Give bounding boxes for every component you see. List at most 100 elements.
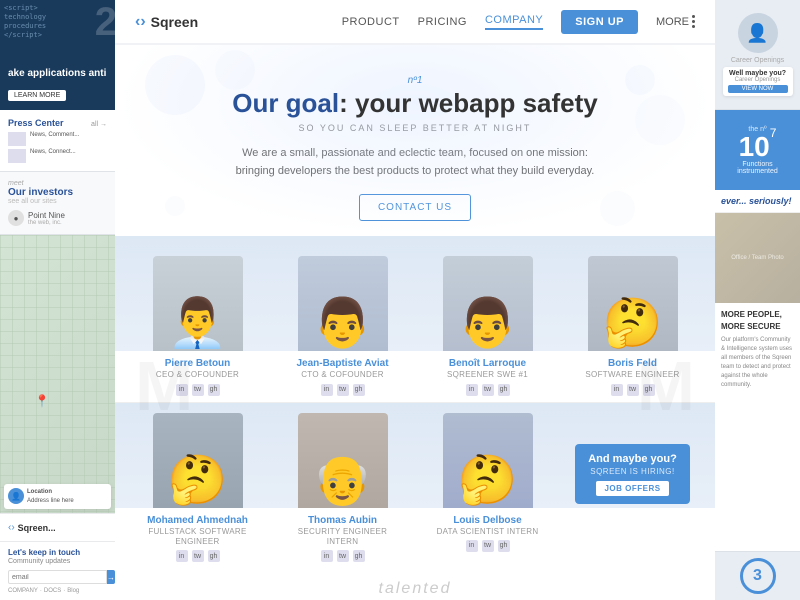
maybe-card-title: And maybe you? xyxy=(583,452,682,466)
hero-title-rest: your webapp safety xyxy=(348,88,598,118)
right-image-placeholder: Office / Team Photo xyxy=(715,213,800,303)
linkedin-icon[interactable]: in xyxy=(176,550,188,562)
talented-footer: talented xyxy=(115,568,715,600)
member-name-mohamed: Mohamed Ahmednah xyxy=(140,514,255,527)
press-item-image xyxy=(8,132,26,146)
banner-headline: ake applications anti xyxy=(8,67,106,80)
investor-logo-item: ● Point Nine the web, inc. xyxy=(8,210,107,226)
team-name-card-thomas: Thomas Aubin SECURITY ENGINEER INTERN in… xyxy=(285,514,400,563)
right-stat-label: Functions instrumented xyxy=(723,161,792,175)
banner-cta-button[interactable]: LEARN MORE xyxy=(8,90,66,101)
linkedin-icon[interactable]: in xyxy=(466,384,478,396)
footer-nav-sep: · xyxy=(63,588,65,594)
press-item: News, Comment... xyxy=(8,132,107,146)
twitter-icon[interactable]: tw xyxy=(337,384,349,396)
left-footer-email-row[interactable]: → xyxy=(8,570,107,584)
hero-dot xyxy=(215,50,255,90)
nav-link-pricing[interactable]: PRICING xyxy=(418,16,467,28)
team-name-card-jb: Jean-Baptiste Aviat CTO & COFOUNDER in t… xyxy=(285,357,400,395)
nav-signup-button[interactable]: SIGN UP xyxy=(561,10,638,34)
hero-no1-label: nº1 xyxy=(408,75,423,86)
nav-link-product[interactable]: PRODUCT xyxy=(342,16,400,28)
map-card: 👤 Location Address line here xyxy=(4,484,111,509)
sqreen-name-small: Sqreen... xyxy=(18,523,56,533)
twitter-icon[interactable]: tw xyxy=(337,550,349,562)
nav-link-company[interactable]: COMPANY xyxy=(485,14,543,30)
twitter-icon[interactable]: tw xyxy=(627,384,639,396)
navbar: ‹› Sqreen PRODUCT PRICING COMPANY SIGN U… xyxy=(115,0,715,45)
banner-number: 2 xyxy=(95,0,115,45)
member-img-emoji-mohamed: 🤔 xyxy=(153,413,243,508)
linkedin-icon[interactable]: in xyxy=(466,540,478,552)
team-member-photo-pierre: 👨‍💼 xyxy=(140,256,255,351)
left-footer-submit-button[interactable]: → xyxy=(107,570,115,584)
twitter-icon[interactable]: tw xyxy=(482,384,494,396)
left-footer-text: Community updates xyxy=(8,557,107,567)
team-name-card-louis: Louis Delbose DATA SCIENTIST INTERN in t… xyxy=(430,514,545,552)
github-icon[interactable]: gh xyxy=(353,550,365,562)
team-bottom-photos-row: 🤔 👴 🤔 And maybe you? SQREEN IS HIRING! J… xyxy=(115,403,715,508)
left-footer-title: Let's keep in touch xyxy=(8,548,107,557)
hero-dot xyxy=(165,196,185,216)
left-press-section: Press Center all → News, Comment... News… xyxy=(0,110,115,172)
right-seriously-title: ever... seriously! xyxy=(721,196,794,206)
member-socials-thomas: in tw gh xyxy=(285,550,400,562)
team-member-photo-mohamed: 🤔 xyxy=(140,413,255,508)
maybe-you-card: And maybe you? SQREEN IS HIRING! JOB OFF… xyxy=(575,444,690,503)
nav-links: PRODUCT PRICING COMPANY SIGN UP MORE xyxy=(342,10,695,34)
member-name-jb: Jean-Baptiste Aviat xyxy=(285,357,400,370)
member-role-jb: CTO & COFOUNDER xyxy=(285,370,400,380)
nav-more-dot xyxy=(692,15,695,18)
right-image-caption: Office / Team Photo xyxy=(727,251,787,265)
right-stat-section: the nº 10 7 Functions instrumented xyxy=(715,110,800,190)
github-icon[interactable]: gh xyxy=(353,384,365,396)
maybe-card-sub: SQREEN IS HIRING! xyxy=(583,467,682,476)
job-offers-button[interactable]: JOB OFFERS xyxy=(596,481,668,496)
hero-contact-button[interactable]: CONTACT US xyxy=(359,194,471,221)
twitter-icon[interactable]: tw xyxy=(482,540,494,552)
right-card-button[interactable]: VIEW NOW xyxy=(728,85,788,93)
member-socials-mohamed: in tw gh xyxy=(140,550,255,562)
press-item-text: News, Comment... xyxy=(30,132,79,140)
linkedin-icon[interactable]: in xyxy=(611,384,623,396)
footer-nav-blog: Blog xyxy=(67,588,79,594)
team-name-card-mohamed: Mohamed Ahmednah FULLSTACK SOFTWARE ENGI… xyxy=(140,514,255,563)
twitter-icon[interactable]: tw xyxy=(192,384,204,396)
logo-name: Sqreen xyxy=(151,14,198,30)
team-member-photo-thomas: 👴 xyxy=(285,413,400,508)
press-item: News, Connect... xyxy=(8,149,107,163)
member-role-mohamed: FULLSTACK SOFTWARE ENGINEER xyxy=(140,527,255,548)
linkedin-icon[interactable]: in xyxy=(321,384,333,396)
github-icon[interactable]: gh xyxy=(498,540,510,552)
right-card-title: Well maybe you? xyxy=(728,70,788,77)
member-role-pierre: CEO & COFOUNDER xyxy=(140,370,255,380)
left-sidebar: <script>technologyprocedures</script> 2 … xyxy=(0,0,115,600)
team-name-card-boris: Boris Feld SOFTWARE ENGINEER in tw gh xyxy=(575,357,690,395)
nav-more-dropdown[interactable]: MORE xyxy=(656,15,695,28)
footer-nav-sep: · xyxy=(40,588,42,594)
team-member-photo-louis: 🤔 xyxy=(430,413,545,508)
twitter-icon[interactable]: tw xyxy=(192,550,204,562)
nav-logo: ‹› Sqreen xyxy=(135,13,198,31)
right-badge-number: 3 xyxy=(740,558,776,594)
linkedin-icon[interactable]: in xyxy=(176,384,188,396)
right-num-badge: 3 xyxy=(715,551,800,600)
member-photo-boris: 🤔 xyxy=(588,256,678,351)
member-name-louis: Louis Delbose xyxy=(430,514,545,527)
member-photo-louis: 🤔 xyxy=(443,413,533,508)
team-member-photo-boris: 🤔 xyxy=(575,256,690,351)
github-icon[interactable]: gh xyxy=(208,384,220,396)
right-top-text: Career Openings xyxy=(731,57,784,64)
right-text-body: Our platform's Community & Intelligence … xyxy=(721,336,794,390)
left-map-section: 👤 Location Address line here xyxy=(0,235,115,513)
linkedin-icon[interactable]: in xyxy=(321,550,333,562)
github-icon[interactable]: gh xyxy=(498,384,510,396)
right-card: Well maybe you? Career Openings VIEW NOW xyxy=(723,67,793,96)
left-footer-email-input[interactable] xyxy=(8,570,107,584)
member-img-emoji-jb: 👨 xyxy=(298,256,388,351)
team-name-card-benoit: Benoît Larroque SQREENER SWE #1 in tw gh xyxy=(430,357,545,395)
hero-desc-line2: bringing developers the best products to… xyxy=(236,165,595,177)
right-stat-number-group: 10 7 xyxy=(739,133,777,161)
github-icon[interactable]: gh xyxy=(643,384,655,396)
github-icon[interactable]: gh xyxy=(208,550,220,562)
